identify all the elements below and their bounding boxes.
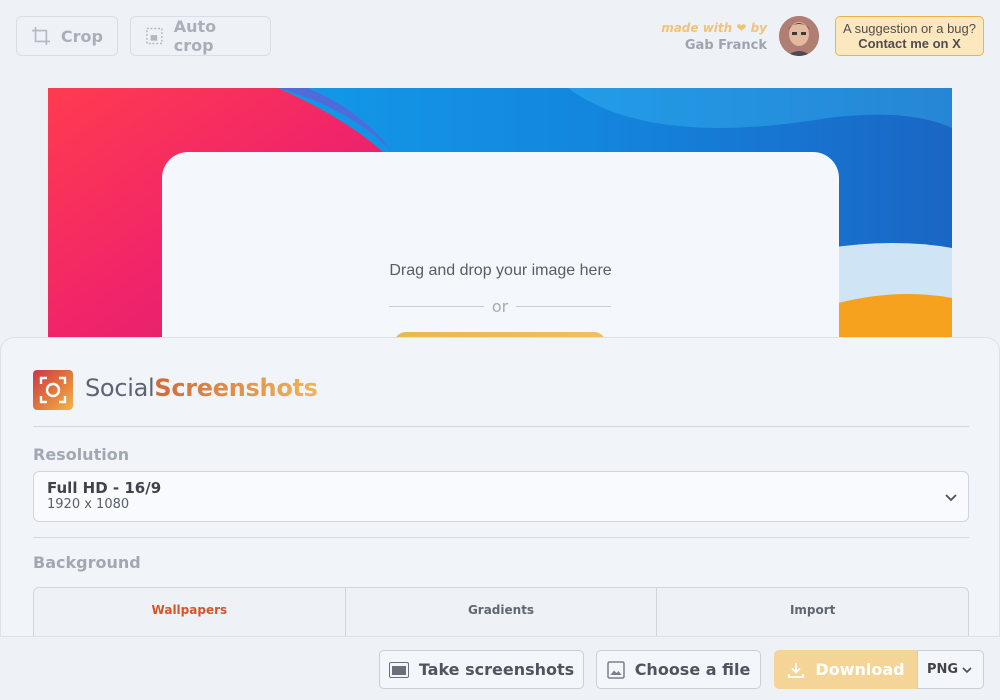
or-divider: or [389,297,611,316]
drop-instructions: Drag and drop your image here [389,262,612,279]
camera-focus-icon [39,376,67,404]
divider-line [389,306,484,307]
choose-file-label: Choose a file [634,660,751,679]
download-icon [788,662,805,678]
divider [33,537,969,538]
browser-window-icon [388,661,409,678]
crop-button[interactable]: Crop [16,16,118,56]
credits: made with ❤ by Gab Franck [661,19,767,55]
chevron-down-icon [945,494,957,502]
take-screenshots-label: Take screenshots [418,660,575,679]
settings-panel: SocialScreenshots Resolution Full HD - 1… [0,337,1000,637]
contact-link-text: Contact me on X [858,36,961,51]
contact-button[interactable]: A suggestion or a bug? Contact me on X [835,16,984,56]
chevron-down-icon [962,666,972,673]
resolution-name: Full HD - 16/9 [47,479,162,497]
bottom-action-bar: Take screenshots Choose a file Download … [0,636,1000,700]
resolution-size: 1920 x 1080 [47,497,130,512]
suggestion-text: A suggestion or a bug? [843,21,976,36]
avatar[interactable] [779,16,819,56]
brand-part-social: Social [85,374,155,402]
take-screenshots-button[interactable]: Take screenshots [379,650,584,689]
download-label: Download [815,660,905,679]
format-value: PNG [927,662,959,677]
divider-line [516,306,611,307]
crop-icon [31,26,51,46]
background-label: Background [33,553,141,572]
auto-crop-label: Auto crop [173,17,217,55]
auto-crop-button[interactable]: Auto crop [130,16,271,56]
app-logo [33,370,73,410]
image-file-icon [606,660,625,679]
tab-gradients[interactable]: Gradients [346,588,658,636]
or-text: or [491,297,509,316]
brand-name: SocialScreenshots [85,374,318,402]
choose-file-button[interactable]: Choose a file [596,650,761,689]
background-tabs: Wallpapers Gradients Import [33,587,969,636]
brand-part-screenshots: Screenshots [154,374,318,402]
top-bar: Crop Auto crop made with ❤ by Gab Franck… [0,0,1000,72]
download-button[interactable]: Download [774,650,918,689]
crop-label: Crop [60,26,103,46]
tab-wallpapers[interactable]: Wallpapers [34,588,346,636]
auto-crop-icon [146,27,163,45]
tab-import[interactable]: Import [657,588,968,636]
made-with-text: made with ❤ by [661,21,767,35]
format-select[interactable]: PNG [917,650,984,689]
author-name[interactable]: Gab Franck [661,37,767,55]
resolution-select[interactable]: Full HD - 16/9 1920 x 1080 [33,471,969,522]
resolution-label: Resolution [33,445,130,464]
divider [33,426,969,427]
